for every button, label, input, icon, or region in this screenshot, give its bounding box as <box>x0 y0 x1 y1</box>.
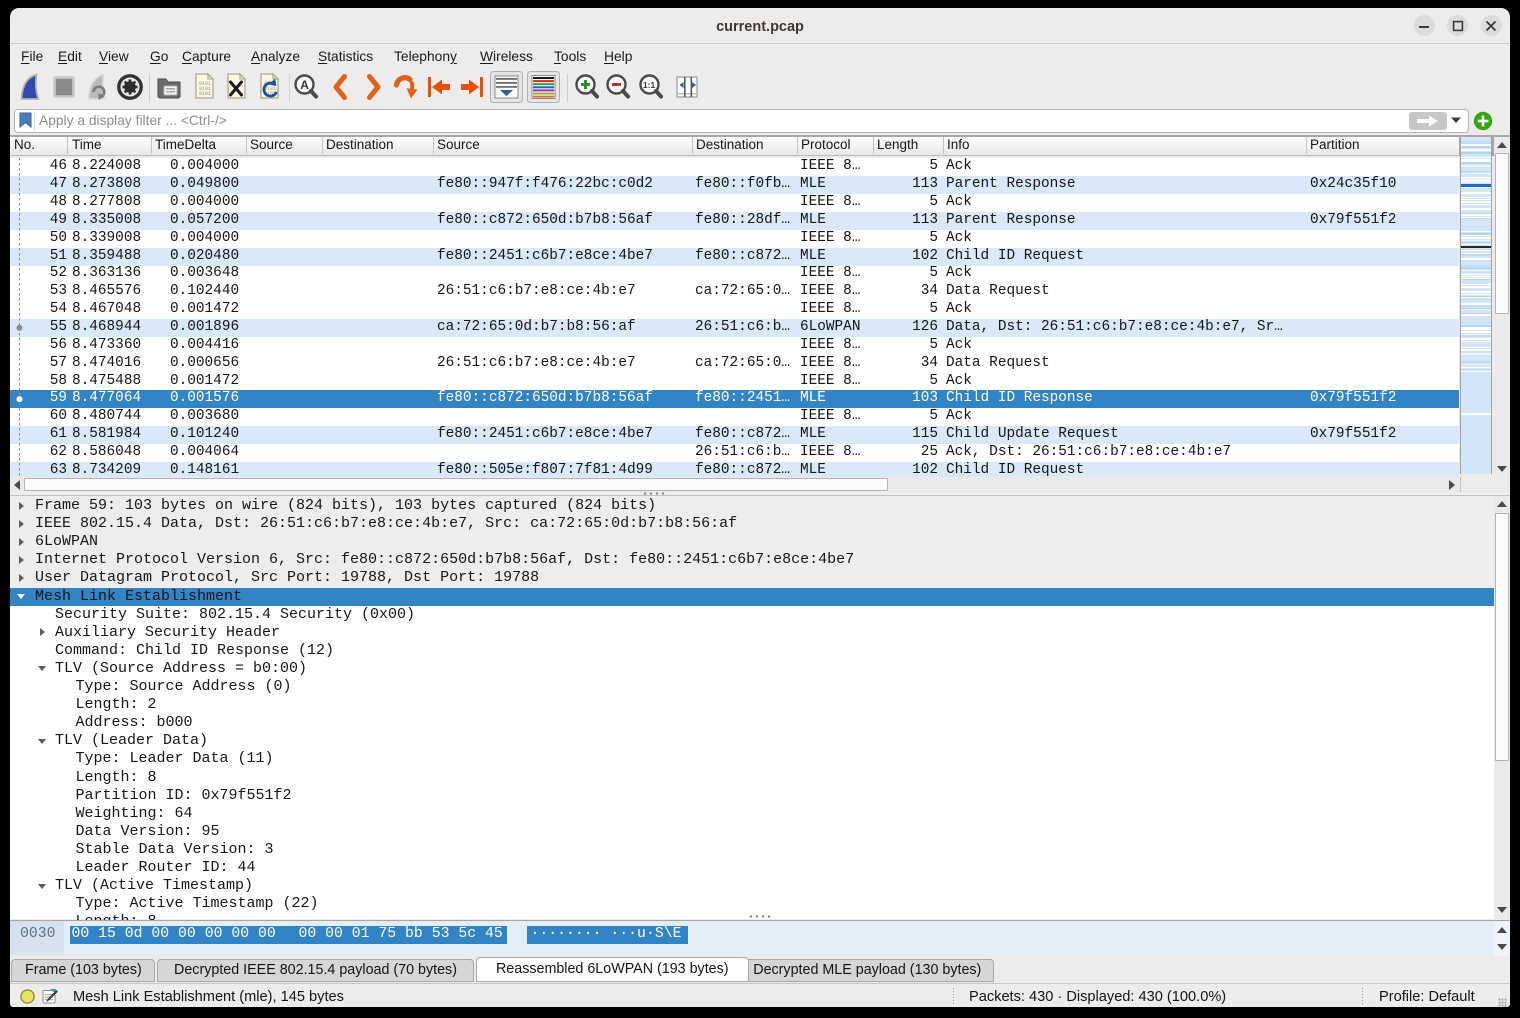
svg-text:1:1: 1:1 <box>643 80 655 90</box>
svg-text:A: A <box>300 78 309 92</box>
svg-text:0101: 0101 <box>199 91 211 97</box>
